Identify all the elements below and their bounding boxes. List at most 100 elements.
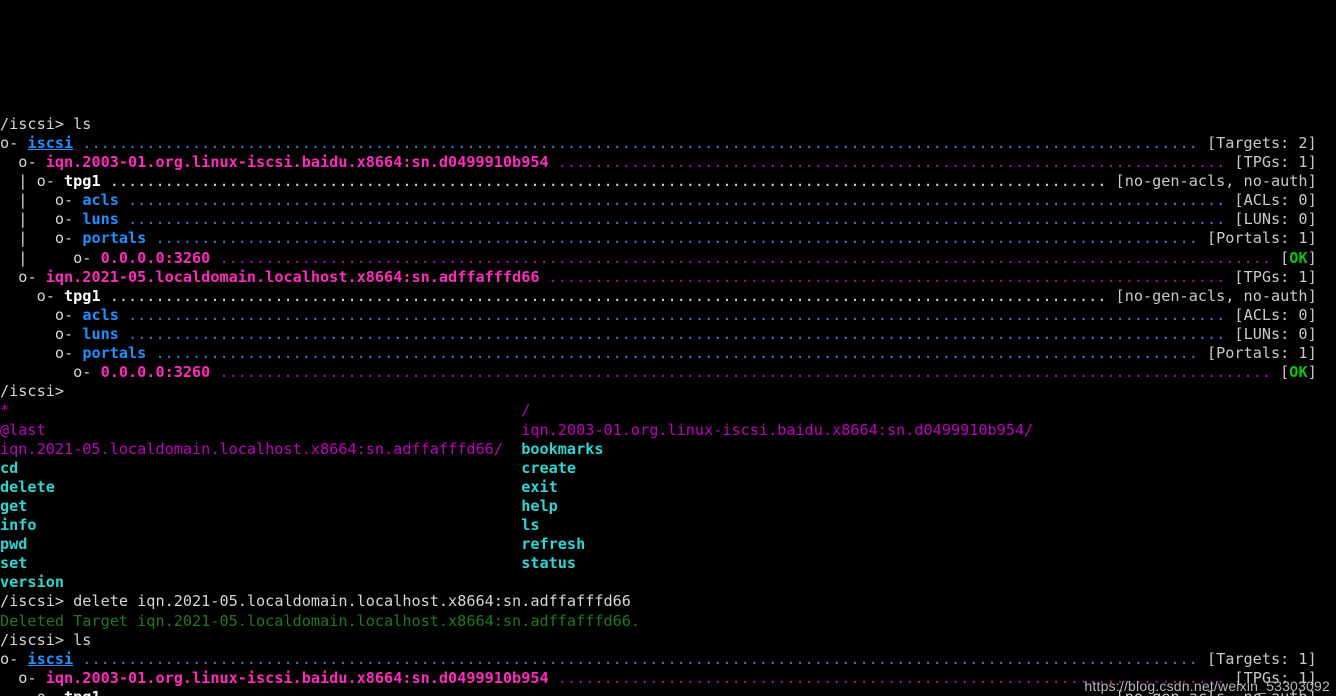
completion-row: cd create — [0, 459, 1336, 478]
tree-node-name[interactable]: iscsi — [27, 134, 73, 152]
deleted-message-row: Deleted Target iqn.2021-05.localdomain.l… — [0, 612, 1336, 631]
status-value: [Targets: 1] — [1206, 649, 1317, 668]
completion-item[interactable]: exit — [521, 478, 558, 496]
status-value: [Targets: 2] — [1206, 133, 1317, 152]
dot-leader: ........................................… — [118, 191, 1235, 210]
shell-command: delete iqn.2021-05.localdomain.localhost… — [73, 592, 631, 611]
tree-node-name[interactable]: acls — [82, 191, 119, 209]
tree-branch-marker: o- — [73, 248, 101, 267]
completion-row: * / — [0, 401, 1336, 420]
tree-node-name[interactable]: portals — [82, 229, 146, 247]
tree-branch-marker: o- — [36, 286, 65, 305]
prompt-line-delete: /iscsi> delete iqn.2021-05.localdomain.l… — [0, 592, 1336, 611]
completion-item[interactable]: refresh — [521, 535, 585, 553]
completion-item[interactable]: iqn.2003-01.org.linux-iscsi.baidu.x8664:… — [521, 421, 1033, 439]
tree-node-row: o- portals .............................… — [0, 344, 1336, 363]
tree-branch-marker: o- — [36, 172, 65, 191]
tree-node-row: o- iqn.2021-05.localdomain.localhost.x86… — [0, 268, 1336, 287]
dot-leader: ........................................… — [548, 152, 1235, 171]
completion-row: info ls — [0, 516, 1336, 535]
dot-leader: ........................................… — [100, 286, 1116, 305]
info-message: Deleted Target iqn.2021-05.localdomain.l… — [0, 611, 641, 630]
status-value: OK — [1289, 248, 1308, 267]
completion-item[interactable]: / — [521, 401, 530, 419]
dot-leader: ........................................… — [146, 344, 1207, 363]
dot-leader: ........................................… — [146, 229, 1207, 248]
completion-row: iqn.2021-05.localdomain.localhost.x8664:… — [0, 440, 1336, 459]
completion-item[interactable]: info — [0, 516, 37, 534]
completion-item[interactable]: * — [0, 401, 9, 419]
tree-node-name[interactable]: 0.0.0.0:3260 — [101, 249, 211, 267]
completion-item[interactable]: pwd — [0, 535, 27, 553]
completion-item[interactable]: cd — [0, 459, 18, 477]
status-value: [Portals: 1] — [1207, 229, 1317, 248]
shell-command: ls — [73, 114, 92, 133]
tree-node-name[interactable]: tpg1 — [64, 172, 101, 190]
terminal-scrollback: /iscsi> ls o- iscsi .....................… — [0, 115, 1336, 696]
status-bracket: [ — [1280, 248, 1290, 267]
completion-item[interactable]: status — [521, 554, 576, 572]
tree-node-row: o- luns ................................… — [0, 325, 1336, 344]
tree-node-name[interactable]: portals — [82, 344, 146, 362]
tree-node-name[interactable]: iqn.2021-05.localdomain.localhost.x8664:… — [46, 268, 540, 286]
tree-branch-marker: o- — [37, 688, 64, 696]
dot-leader: ........................................… — [539, 267, 1235, 286]
completion-gap — [27, 497, 521, 515]
tree-root-row: o- iscsi ...............................… — [0, 650, 1336, 669]
completion-row: version — [0, 573, 1336, 592]
tree-node-name[interactable]: iqn.2003-01.org.linux-iscsi.baidu.x8664:… — [46, 669, 549, 687]
completion-item[interactable]: version — [0, 573, 64, 591]
tree-branch-marker: o- — [54, 305, 83, 324]
tree-node-name[interactable]: acls — [82, 306, 119, 324]
completion-gap — [27, 535, 521, 553]
tree-node-name[interactable]: 0.0.0.0:3260 — [101, 363, 211, 381]
tree-branch-marker: o- — [18, 152, 46, 171]
completion-gap — [18, 459, 521, 477]
status-bracket: [ — [1280, 363, 1290, 382]
dot-leader: ........................................… — [100, 172, 1116, 191]
dot-leader: ........................................… — [118, 210, 1235, 229]
tree-node-name[interactable]: tpg1 — [64, 688, 101, 696]
completion-item[interactable]: bookmarks — [521, 440, 603, 458]
completion-item[interactable]: ls — [521, 516, 539, 534]
tree-indent: | — [0, 229, 55, 248]
completion-item[interactable]: delete — [0, 478, 55, 496]
completion-item[interactable]: @last — [0, 421, 46, 439]
shell-command: ls — [73, 630, 92, 649]
completion-gap — [9, 401, 521, 419]
tree-node-name[interactable]: luns — [82, 210, 119, 228]
tree-node-row: o- tpg1 ................................… — [0, 287, 1336, 306]
completion-item[interactable]: create — [521, 459, 576, 477]
watermark-text: https://blog.csdn.net/weixin_53303092 — [1084, 678, 1330, 694]
tree-indent: | — [0, 172, 37, 191]
status-value: [ACLs: 0] — [1234, 305, 1317, 324]
status-value: [ACLs: 0] — [1234, 191, 1317, 210]
status-value: [TPGs: 1] — [1234, 152, 1317, 171]
shell-prompt: /iscsi> — [0, 114, 74, 133]
completion-gap — [55, 478, 521, 496]
completion-row: pwd refresh — [0, 535, 1336, 554]
tree-node-name[interactable]: iscsi — [27, 650, 73, 668]
status-bracket: ] — [1307, 363, 1317, 382]
completion-row: @last iqn.2003-01.org.linux-iscsi.baidu.… — [0, 421, 1336, 440]
status-value: [no-gen-acls, no-auth] — [1115, 286, 1317, 305]
tree-node-name[interactable]: iqn.2003-01.org.linux-iscsi.baidu.x8664:… — [46, 153, 549, 171]
tree-node-name[interactable]: tpg1 — [64, 287, 101, 305]
completion-item[interactable]: set — [0, 554, 27, 572]
completion-item[interactable]: iqn.2021-05.localdomain.localhost.x8664:… — [0, 440, 503, 458]
tree-node-name[interactable]: luns — [82, 325, 119, 343]
completion-item[interactable]: get — [0, 497, 27, 515]
completion-item[interactable]: help — [521, 497, 558, 515]
terminal-window[interactable]: Created default portal listening on all … — [0, 0, 1336, 696]
tree-branch-marker: o- — [54, 191, 83, 210]
prompt-line-completion: /iscsi> — [0, 382, 1336, 401]
completion-gap — [503, 440, 521, 458]
completion-gap — [27, 554, 521, 572]
dot-leader: ........................................… — [210, 248, 1281, 267]
tree-branch-marker: o- — [0, 649, 28, 668]
prompt-line-ls-1: /iscsi> ls — [0, 115, 1336, 134]
